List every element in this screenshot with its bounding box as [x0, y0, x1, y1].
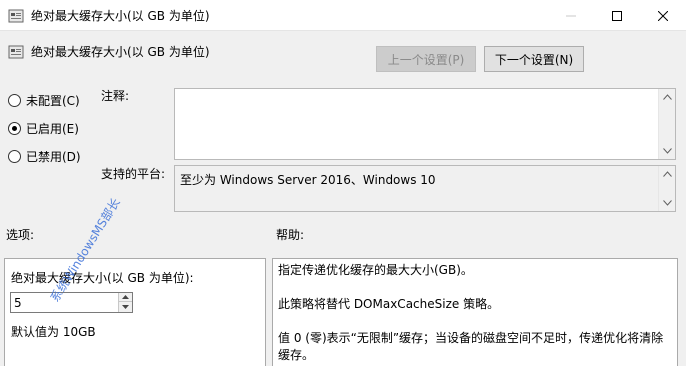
radio-button-checked[interactable] [8, 122, 21, 135]
help-paragraph: 值 0 (零)表示“无限制”缓存；当设备的磁盘空间不足时，传递优化将清除缓存。 [278, 331, 664, 362]
platform-value: 至少为 Windows Server 2016、Windows 10 [180, 173, 436, 187]
chevron-down-icon [122, 304, 129, 309]
radio-button[interactable] [8, 94, 21, 107]
policy-app-icon [8, 9, 24, 23]
cache-size-input[interactable] [14, 295, 114, 310]
decrement-button[interactable] [119, 302, 132, 311]
cache-size-stepper[interactable] [10, 292, 133, 313]
radio-button[interactable] [8, 150, 21, 163]
radio-enabled[interactable]: 已启用(E) [8, 120, 79, 137]
platform-scrollbar[interactable] [658, 166, 675, 211]
policy-setting-icon [8, 45, 24, 59]
window-title: 绝对最大缓存大小(以 GB 为单位) [31, 9, 210, 23]
maximize-button[interactable] [594, 0, 640, 31]
help-panel: 指定传递优化缓存的最大大小(GB)。 此策略将替代 DOMaxCacheSize… [272, 258, 678, 366]
chevron-up-icon [122, 295, 129, 299]
radio-label: 已启用(E) [26, 122, 79, 136]
scroll-up-icon[interactable] [663, 171, 672, 177]
minimize-icon [566, 15, 576, 16]
help-section-label: 帮助: [276, 228, 305, 242]
setting-title: 绝对最大缓存大小(以 GB 为单位) [31, 45, 210, 59]
radio-label: 已禁用(D) [26, 150, 81, 164]
radio-disabled[interactable]: 已禁用(D) [8, 148, 81, 165]
cache-size-label: 绝对最大缓存大小(以 GB 为单位): [11, 271, 194, 285]
title-bar: 绝对最大缓存大小(以 GB 为单位) [0, 0, 686, 31]
stepper-buttons [118, 293, 132, 312]
minimize-button[interactable] [548, 0, 594, 31]
comment-label: 注释: [101, 89, 130, 103]
comment-scrollbar[interactable] [658, 89, 675, 159]
previous-setting-button[interactable]: 上一个设置(P) [376, 46, 476, 72]
options-panel: 绝对最大缓存大小(以 GB 为单位): 默认值为 10GB [4, 258, 266, 366]
scroll-down-icon[interactable] [663, 200, 672, 206]
maximize-icon [612, 10, 622, 21]
close-icon [658, 10, 668, 21]
platform-box: 至少为 Windows Server 2016、Windows 10 [174, 165, 676, 212]
next-setting-button[interactable]: 下一个设置(N) [484, 46, 584, 72]
default-value-text: 默认值为 10GB [11, 325, 96, 339]
options-section-label: 选项: [6, 228, 35, 242]
comment-textarea[interactable] [174, 88, 676, 160]
radio-label: 未配置(C) [26, 94, 80, 108]
close-button[interactable] [640, 0, 686, 31]
scroll-down-icon[interactable] [663, 148, 672, 154]
platform-label: 支持的平台: [101, 167, 166, 181]
help-paragraph: 此策略将替代 DOMaxCacheSize 策略。 [278, 297, 500, 311]
help-text: 指定传递优化缓存的最大大小(GB)。 此策略将替代 DOMaxCacheSize… [278, 262, 670, 366]
help-paragraph: 指定传递优化缓存的最大大小(GB)。 [278, 263, 473, 277]
radio-not-configured[interactable]: 未配置(C) [8, 92, 80, 109]
scroll-up-icon[interactable] [663, 94, 672, 100]
increment-button[interactable] [119, 293, 132, 302]
